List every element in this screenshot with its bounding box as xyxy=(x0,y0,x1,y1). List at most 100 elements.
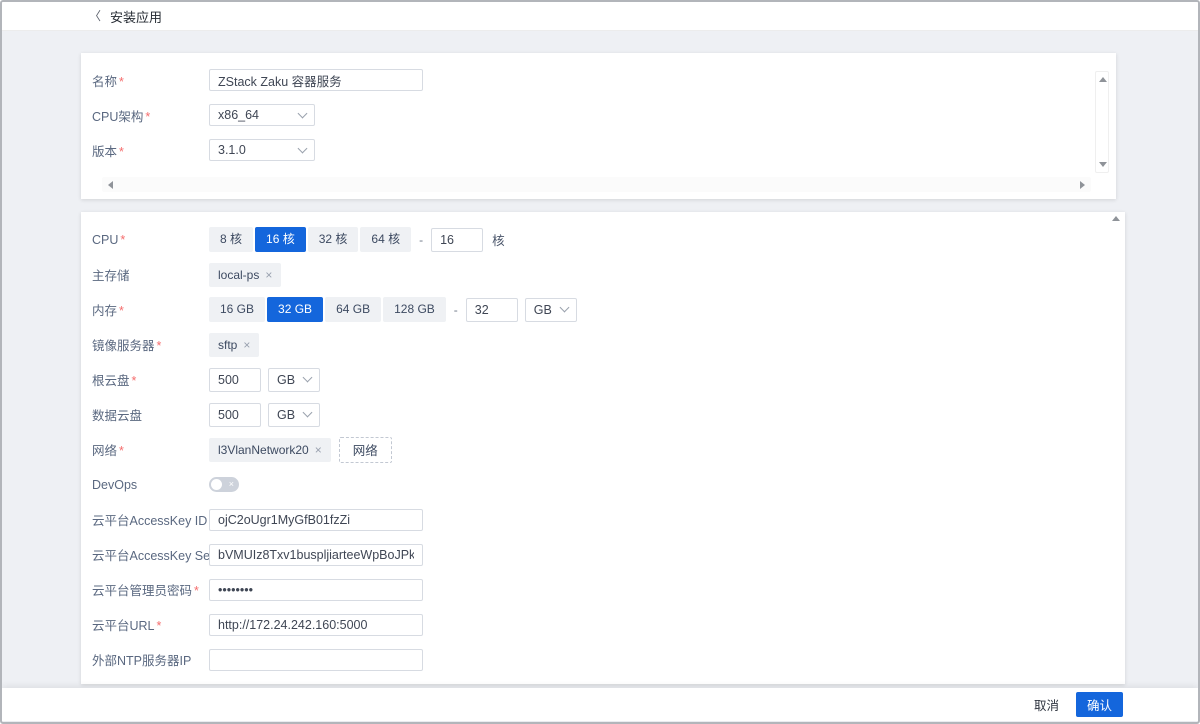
primary-storage-tag: local-ps × xyxy=(209,263,281,287)
range-separator: - xyxy=(454,303,458,317)
cpu-custom-input[interactable] xyxy=(431,228,483,252)
select-value: 3.1.0 xyxy=(218,143,246,157)
tag-close-icon[interactable]: × xyxy=(243,339,250,351)
footer-bar: 取消 确认 xyxy=(2,688,1198,721)
admin-password-input[interactable] xyxy=(209,579,423,601)
label-text: 名称 xyxy=(92,75,117,89)
tag-text: l3VlanNetwork20 xyxy=(218,443,309,457)
data-disk-unit-select[interactable]: GB xyxy=(268,403,320,427)
scroll-right-icon[interactable] xyxy=(1080,181,1085,189)
required-mark: * xyxy=(132,374,137,388)
ntp-ip-label: 外部NTP服务器IP xyxy=(92,650,209,669)
label-text: 网络 xyxy=(92,444,117,458)
cpu-option-32[interactable]: 32 核 xyxy=(308,227,359,252)
root-disk-unit-select[interactable]: GB xyxy=(268,368,320,392)
select-value: GB xyxy=(277,373,295,387)
cpu-arch-label: CPU架构* xyxy=(92,106,209,125)
memory-option-16[interactable]: 16 GB xyxy=(209,297,265,322)
page-title: 安装应用 xyxy=(110,7,162,26)
scroll-up-icon[interactable] xyxy=(1099,77,1107,82)
required-mark: * xyxy=(119,75,124,89)
form-row-root-disk: 根云盘* GB xyxy=(81,362,1125,397)
required-mark: * xyxy=(119,145,124,159)
label-text: 镜像服务器 xyxy=(92,339,155,353)
access-key-id-label: 云平台AccessKey ID* xyxy=(92,510,209,529)
admin-password-label: 云平台管理员密码* xyxy=(92,580,209,599)
cpu-arch-select[interactable]: x86_64 xyxy=(209,104,315,126)
form-row-data-disk: 数据云盘 GB xyxy=(81,397,1125,432)
platform-url-label: 云平台URL* xyxy=(92,615,209,634)
vertical-scrollbar[interactable] xyxy=(1095,71,1109,173)
memory-option-32-selected[interactable]: 32 GB xyxy=(267,297,323,322)
version-label: 版本* xyxy=(92,141,209,160)
form-row-access-key-secret: 云平台AccessKey Secr... xyxy=(81,537,1125,572)
label-text: 版本 xyxy=(92,145,117,159)
data-disk-size-input[interactable] xyxy=(209,403,261,427)
form-row-name: 名称* xyxy=(92,69,1116,91)
ntp-ip-input[interactable] xyxy=(209,649,423,671)
label-text: CPU架构 xyxy=(92,110,143,124)
scroll-left-icon[interactable] xyxy=(108,181,113,189)
cpu-label: CPU* xyxy=(92,233,209,247)
form-row-admin-password: 云平台管理员密码* xyxy=(81,572,1125,607)
devops-toggle[interactable]: × xyxy=(209,477,239,492)
scroll-up-icon[interactable] xyxy=(1112,216,1120,221)
install-app-window: 〈 安装应用 名称* CPU架构* x86_64 版本* 3.1.0 xyxy=(0,0,1200,724)
primary-storage-label: 主存储 xyxy=(92,265,209,284)
root-disk-size-input[interactable] xyxy=(209,368,261,392)
form-row-devops: DevOps × xyxy=(81,467,1125,502)
memory-option-128[interactable]: 128 GB xyxy=(383,297,446,322)
required-mark: * xyxy=(157,619,162,633)
label-text: 云平台管理员密码 xyxy=(92,584,192,598)
toggle-off-icon: × xyxy=(229,477,234,491)
cpu-option-64[interactable]: 64 核 xyxy=(360,227,411,252)
cancel-button[interactable]: 取消 xyxy=(1034,695,1059,714)
scroll-down-icon[interactable] xyxy=(1099,162,1107,167)
form-row-cpu: CPU* 8 核 16 核 32 核 64 核 - 核 xyxy=(81,222,1125,257)
label-text: 内存 xyxy=(92,304,117,318)
cpu-option-16-selected[interactable]: 16 核 xyxy=(255,227,306,252)
form-row-primary-storage: 主存储 local-ps × xyxy=(81,257,1125,292)
name-input[interactable] xyxy=(209,69,423,91)
basic-info-panel: 名称* CPU架构* x86_64 版本* 3.1.0 xyxy=(81,53,1116,199)
topbar: 〈 安装应用 xyxy=(2,2,1198,31)
range-separator: - xyxy=(419,233,423,247)
memory-option-64[interactable]: 64 GB xyxy=(325,297,381,322)
image-server-label: 镜像服务器* xyxy=(92,335,209,354)
label-text: CPU xyxy=(92,233,118,247)
cpu-unit-label: 核 xyxy=(492,230,505,249)
add-network-button[interactable]: 网络 xyxy=(339,437,392,463)
access-key-id-input[interactable] xyxy=(209,509,423,531)
cpu-option-8[interactable]: 8 核 xyxy=(209,227,253,252)
select-value: GB xyxy=(534,303,552,317)
tag-close-icon[interactable]: × xyxy=(265,269,272,281)
image-server-tag: sftp× xyxy=(209,333,259,357)
name-label: 名称* xyxy=(92,71,209,90)
platform-url-input[interactable] xyxy=(209,614,423,636)
required-mark: * xyxy=(157,339,162,353)
root-disk-label: 根云盘* xyxy=(92,370,209,389)
form-row-memory: 内存* 16 GB 32 GB 64 GB 128 GB - GB xyxy=(81,292,1125,327)
tag-text: local-ps xyxy=(218,268,259,282)
config-panel: CPU* 8 核 16 核 32 核 64 核 - 核 主存储 local-ps… xyxy=(81,212,1125,684)
label-text: 根云盘 xyxy=(92,374,130,388)
form-row-access-key-id: 云平台AccessKey ID* xyxy=(81,502,1125,537)
select-value: GB xyxy=(277,408,295,422)
required-mark: * xyxy=(119,304,124,318)
version-select[interactable]: 3.1.0 xyxy=(209,139,315,161)
chevron-down-icon xyxy=(303,373,313,383)
tag-close-icon[interactable]: × xyxy=(315,444,322,456)
memory-unit-select[interactable]: GB xyxy=(525,298,577,322)
confirm-button[interactable]: 确认 xyxy=(1076,692,1123,717)
label-text: 云平台URL xyxy=(92,619,155,633)
back-icon[interactable]: 〈 xyxy=(89,10,101,22)
devops-label: DevOps xyxy=(92,478,209,492)
access-key-secret-label: 云平台AccessKey Secr... xyxy=(92,545,209,564)
required-mark: * xyxy=(119,444,124,458)
chevron-down-icon xyxy=(559,303,569,313)
required-mark: * xyxy=(120,233,125,247)
horizontal-scrollbar[interactable] xyxy=(102,177,1091,192)
form-row-network: 网络* l3VlanNetwork20× 网络 xyxy=(81,432,1125,467)
memory-custom-input[interactable] xyxy=(466,298,518,322)
access-key-secret-input[interactable] xyxy=(209,544,423,566)
